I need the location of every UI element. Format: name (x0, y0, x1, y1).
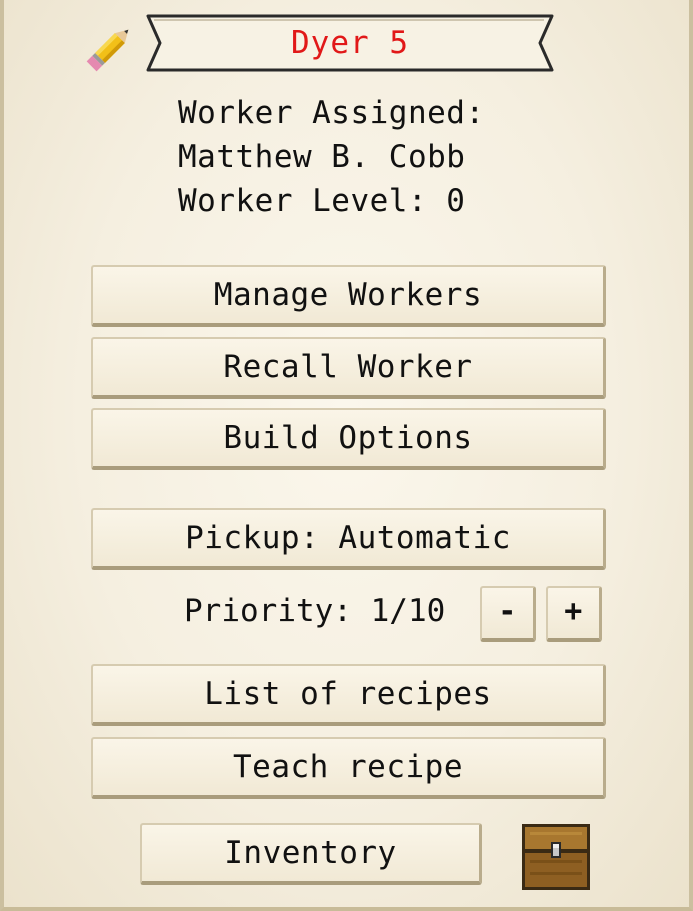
inventory-button[interactable]: Inventory (140, 823, 482, 885)
priority-label: Priority: 1/10 (184, 593, 446, 629)
chest-icon[interactable] (522, 824, 590, 890)
priority-decrease-button[interactable]: - (480, 586, 536, 642)
teach-recipe-button[interactable]: Teach recipe (91, 737, 606, 799)
worker-name: Matthew B. Cobb (178, 139, 466, 175)
building-title: Dyer 5 (291, 25, 409, 61)
pencil-icon[interactable] (80, 18, 140, 78)
worker-level: Worker Level: 0 (178, 183, 466, 219)
pickup-mode-button[interactable]: Pickup: Automatic (91, 508, 606, 570)
priority-increase-button[interactable]: + (546, 586, 602, 642)
hut-panel: Dyer 5 Worker Assigned: Matthew B. Cobb … (0, 0, 693, 911)
list-of-recipes-button[interactable]: List of recipes (91, 664, 606, 726)
recall-worker-button[interactable]: Recall Worker (91, 337, 606, 399)
build-options-button[interactable]: Build Options (91, 408, 606, 470)
worker-assigned-label: Worker Assigned: (178, 95, 485, 131)
manage-workers-button[interactable]: Manage Workers (91, 265, 606, 327)
